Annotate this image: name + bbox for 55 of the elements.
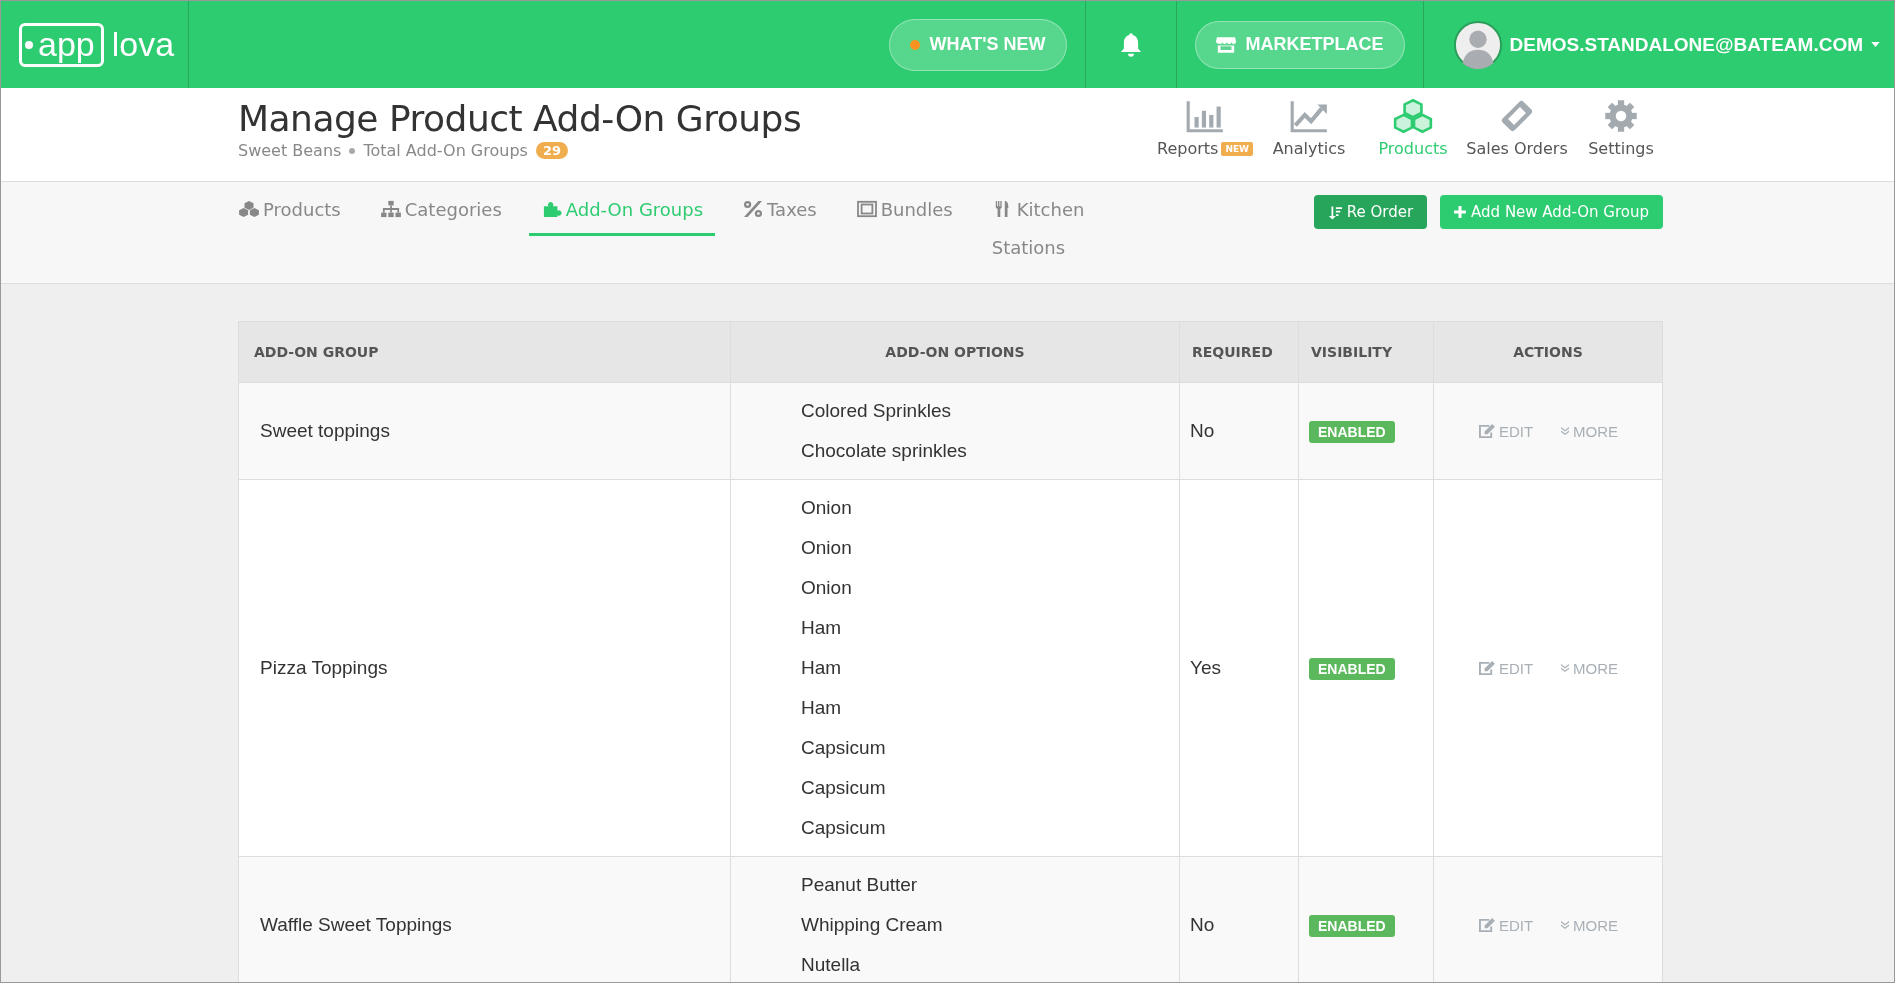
tab[interactable]: Taxes	[730, 191, 829, 236]
column-header: ADD-ON GROUP	[238, 321, 731, 383]
page-title: Manage Product Add-On Groups	[238, 98, 802, 139]
column-header: VISIBILITY	[1298, 321, 1434, 383]
more-link[interactable]: MORE	[1561, 422, 1619, 440]
option-text: Nutella	[801, 953, 862, 977]
total-label: Total Add-On Groups	[363, 141, 528, 160]
whats-new-button[interactable]: WHAT'S NEW	[888, 18, 1067, 71]
tab[interactable]: Add-On Groups	[528, 191, 716, 236]
more-link[interactable]: MORE	[1561, 659, 1619, 677]
tab[interactable]: Categories	[367, 191, 514, 236]
table-cell: Sweet toppings	[238, 382, 731, 480]
nav-item[interactable]: Sales Orders	[1465, 88, 1569, 181]
option-text: Capsicum	[801, 776, 887, 800]
option-text: Peanut Butter	[801, 873, 919, 897]
nav-item[interactable]: Analytics	[1257, 88, 1361, 181]
table-cell: Waffle Sweet Toppings	[238, 856, 731, 982]
nav-item[interactable]: Settings	[1569, 88, 1673, 181]
column-header: REQUIRED	[1179, 321, 1299, 383]
table-cell: No	[1179, 856, 1299, 982]
option-text: Ham	[801, 616, 843, 640]
column-header: ACTIONS	[1433, 321, 1663, 383]
nav-item[interactable]: Products	[1361, 88, 1465, 181]
add-button[interactable]: Add New Add-On Group	[1440, 195, 1663, 229]
option-text: Whipping Cream	[801, 913, 944, 937]
status-badge: ENABLED	[1309, 658, 1395, 680]
new-badge: NEW	[1221, 141, 1253, 156]
edit-link[interactable]: EDIT	[1477, 422, 1534, 440]
count-badge: 29	[535, 142, 568, 159]
option-text: Ham	[801, 696, 843, 720]
edit-link[interactable]: EDIT	[1477, 659, 1534, 677]
table-cell: No	[1179, 382, 1299, 480]
option-text: Onion	[801, 496, 853, 520]
store-name: Sweet Beans	[238, 141, 342, 160]
tab[interactable]: Kitchen Stations	[979, 191, 1114, 274]
marketplace-button[interactable]: MARKETPLACE	[1194, 20, 1405, 69]
option-text: Capsicum	[801, 816, 887, 840]
option-text: Colored Sprinkles	[801, 399, 952, 423]
option-text: Chocolate sprinkles	[801, 439, 968, 463]
table-cell: Yes	[1179, 479, 1299, 857]
nav-item[interactable]: Reports NEW	[1153, 88, 1257, 181]
option-text: Onion	[801, 536, 853, 560]
edit-link[interactable]: EDIT	[1477, 916, 1534, 934]
option-text: Onion	[801, 576, 853, 600]
column-header: ADD-ON OPTIONS	[730, 321, 1180, 383]
tab[interactable]: Bundles	[843, 191, 965, 236]
tab[interactable]: Products	[238, 191, 353, 236]
status-badge: ENABLED	[1309, 421, 1395, 443]
status-badge: ENABLED	[1309, 915, 1395, 937]
option-text: Ham	[801, 656, 843, 680]
reorder-button[interactable]: Re Order	[1313, 195, 1428, 229]
more-link[interactable]: MORE	[1561, 916, 1619, 934]
option-text: Capsicum	[801, 736, 887, 760]
table-cell: Pizza Toppings	[238, 479, 731, 857]
user-menu[interactable]: DEMOS.STANDALONE@BATEAM.COM	[1423, 1, 1894, 88]
